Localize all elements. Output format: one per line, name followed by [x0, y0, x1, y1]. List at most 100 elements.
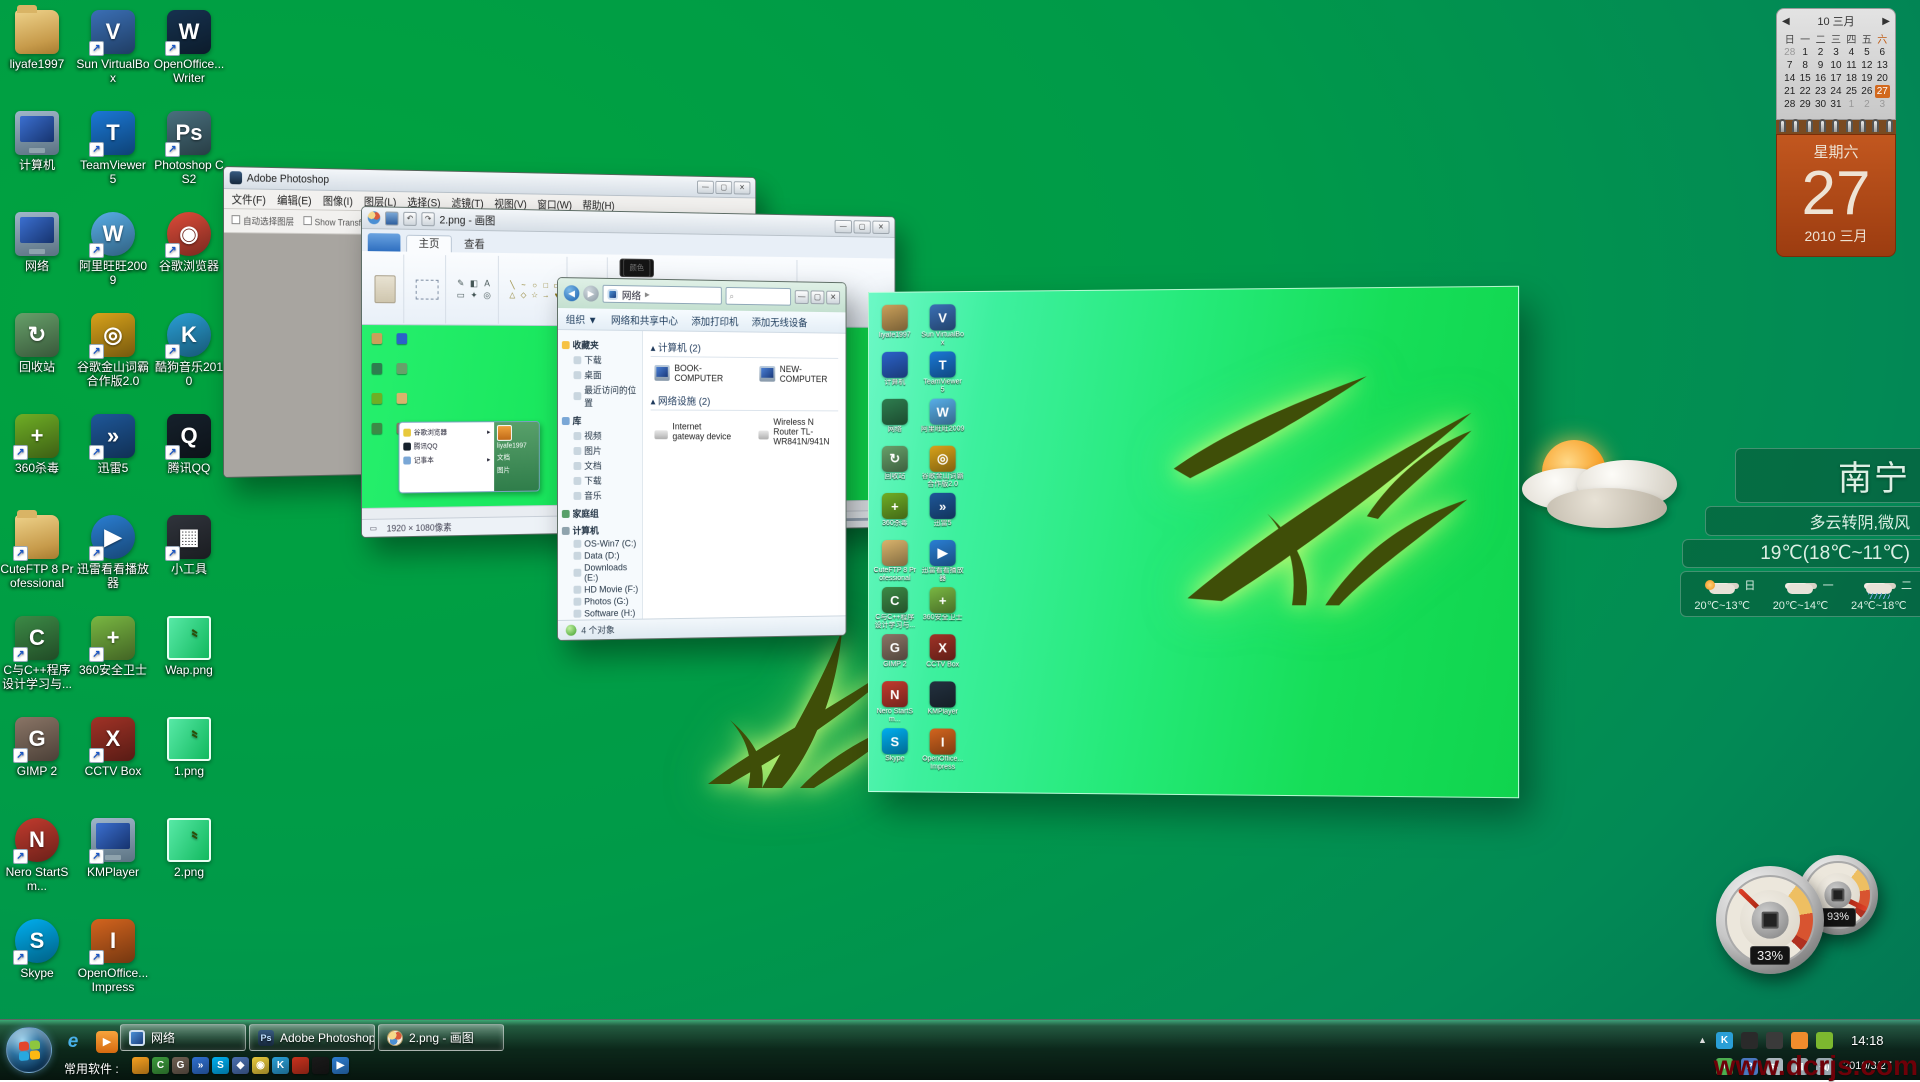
desktop-icon[interactable]: I↗OpenOffice... Impress	[76, 919, 150, 994]
desktop-icon[interactable]: W↗OpenOffice... Writer	[152, 10, 226, 85]
group-header[interactable]: ▴ 计算机 (2)	[651, 339, 839, 359]
close-button[interactable]: ✕	[734, 181, 751, 194]
calendar-cell[interactable]: 6	[1875, 46, 1890, 59]
calendar-cell[interactable]: 3	[1828, 46, 1843, 59]
calendar-cell[interactable]: 7	[1782, 59, 1797, 72]
tray-clock[interactable]: 14:18	[1851, 1033, 1884, 1048]
shape-icon[interactable]: ~	[518, 281, 528, 290]
toolbar-item[interactable]: 组织 ▼	[566, 311, 598, 326]
maximize-button[interactable]: ▢	[715, 180, 732, 193]
kugou-icon[interactable]: K	[272, 1057, 289, 1074]
calendar-cell[interactable]: 25	[1844, 85, 1859, 98]
desktop-icon[interactable]: +↗360安全卫士	[76, 616, 150, 677]
calendar-cell[interactable]: 12	[1859, 59, 1874, 72]
sidebar-item[interactable]: 最近访问的位置	[560, 382, 640, 410]
desktop-icon[interactable]: G↗GIMP 2	[0, 717, 74, 778]
calendar-cell[interactable]: 3	[1875, 98, 1890, 111]
skype-icon[interactable]: S	[212, 1057, 229, 1074]
sidebar-section-header[interactable]: 收藏夹	[562, 338, 640, 352]
taskbar-button[interactable]: PsAdobe Photoshop	[249, 1024, 375, 1051]
kugou-tray-icon[interactable]: K	[1716, 1032, 1733, 1049]
wmp-icon[interactable]: ▶	[96, 1031, 118, 1053]
360-tray-icon[interactable]	[1816, 1032, 1833, 1049]
tool-icon[interactable]: ✎	[455, 278, 467, 289]
calendar-prev-icon[interactable]: ◀	[1782, 16, 1790, 27]
sidebar-item[interactable]: Data (D:)	[560, 549, 640, 562]
calendar-cell[interactable]: 17	[1828, 72, 1843, 85]
shape-icon[interactable]: △	[507, 290, 517, 299]
c-editor-icon[interactable]: C	[152, 1057, 169, 1074]
group-header[interactable]: ▴ 网络设施 (2)	[651, 393, 839, 412]
tool-icon[interactable]: ▭	[455, 290, 467, 301]
desktop-icon[interactable]: ◎↗谷歌金山词霸 合作版2.0	[76, 313, 150, 388]
select-button[interactable]	[415, 279, 438, 299]
undo-icon[interactable]: ↶	[403, 211, 416, 225]
calendar-next-icon[interactable]: ▶	[1882, 16, 1890, 27]
show-hidden-icons-button[interactable]: ▲	[1698, 1035, 1707, 1045]
maximize-button[interactable]: ▢	[854, 220, 871, 233]
toolbar-item[interactable]: 添加无线设备	[752, 314, 808, 329]
start-button[interactable]	[6, 1027, 52, 1073]
window-explorer[interactable]: ◀ ▶ 网络 ▸ ⌕ — ▢ ✕ 组织 ▼网络和共享中心添加打印机添加无线设备 …	[557, 277, 846, 641]
calendar-cell[interactable]: 11	[1844, 59, 1859, 72]
sidebar-item[interactable]: 图片	[560, 443, 640, 458]
explorer-item[interactable]: NEW-COMPUTER	[759, 364, 838, 384]
calendar-cell[interactable]: 15	[1797, 72, 1812, 85]
sidebar-item[interactable]: 音乐	[560, 488, 640, 503]
gimp-icon[interactable]: G	[172, 1057, 189, 1074]
calendar-cell[interactable]: 30	[1813, 98, 1828, 111]
360-icon[interactable]: ◆	[232, 1057, 249, 1074]
calendar-cell[interactable]: 28	[1782, 98, 1797, 111]
desktop-icon[interactable]: 计算机	[0, 111, 74, 172]
desktop-icon[interactable]: T↗TeamViewer 5	[76, 111, 150, 186]
calendar-cell[interactable]: 18	[1844, 72, 1859, 85]
menu-item[interactable]: 编辑(E)	[277, 191, 311, 207]
desktop-icon[interactable]: 网络	[0, 212, 74, 273]
calendar-cell[interactable]: 10	[1828, 59, 1843, 72]
calendar-cell[interactable]: 23	[1813, 85, 1828, 98]
minimize-button[interactable]: —	[795, 290, 809, 304]
sidebar-section-header[interactable]: 计算机	[562, 523, 640, 537]
back-button[interactable]: ◀	[564, 285, 580, 301]
calendar-cell[interactable]: 29	[1797, 98, 1812, 111]
desktop-icon[interactable]: V↗Sun VirtualBox	[76, 10, 150, 85]
desktop-icon[interactable]: Wap.png	[152, 616, 226, 677]
sidebar-section-header[interactable]: 家庭组	[562, 507, 640, 520]
desktop-icon[interactable]: ↗KMPlayer	[76, 818, 150, 879]
desktop-icon[interactable]: 2.png	[152, 818, 226, 879]
calendar-cell[interactable]: 2	[1813, 46, 1828, 59]
desktop-icon[interactable]: Ps↗Photoshop CS2	[152, 111, 226, 186]
shape-icon[interactable]: ○	[530, 281, 540, 290]
toolbar-item[interactable]: 网络和共享中心	[611, 312, 678, 328]
aliwangwang-icon[interactable]	[132, 1057, 149, 1074]
desktop-icon[interactable]: +↗360杀毒	[0, 414, 74, 475]
desktop-icon[interactable]: W↗阿里旺旺2009	[76, 212, 150, 287]
desktop-icon[interactable]: ▶↗迅雷看看播放器	[76, 515, 150, 590]
xunlei-icon[interactable]: »	[192, 1057, 209, 1074]
sidebar-item[interactable]: 桌面	[560, 367, 640, 383]
ie-icon[interactable]: e	[62, 1031, 84, 1053]
desktop-icon[interactable]: S↗Skype	[0, 919, 74, 980]
desktop-icon[interactable]: ▦↗小工具	[152, 515, 226, 576]
toolbar-item[interactable]: 添加打印机	[691, 313, 738, 328]
calendar-cell[interactable]: 8	[1797, 59, 1812, 72]
cpu-gauge[interactable]: 33%	[1716, 866, 1824, 974]
tab-home[interactable]: 主页	[406, 235, 452, 253]
desktop-icon[interactable]: K↗酷狗音乐2010	[152, 313, 226, 388]
desktop-icon[interactable]: ↻回收站	[0, 313, 74, 374]
calendar-cell[interactable]: 24	[1828, 85, 1843, 98]
ciba-tray-icon[interactable]	[1791, 1032, 1808, 1049]
calendar-cell[interactable]: 2	[1859, 98, 1874, 111]
paint-menu-button[interactable]	[368, 233, 401, 251]
taskbar-button[interactable]: 2.png - 画图	[378, 1024, 504, 1051]
red-app-icon[interactable]	[292, 1057, 309, 1074]
explorer-item[interactable]: BOOK-COMPUTER	[654, 363, 735, 383]
calendar-cell[interactable]: 9	[1813, 59, 1828, 72]
sidebar-item[interactable]: OS-Win7 (C:)	[560, 537, 640, 550]
shape-icon[interactable]: ☆	[530, 291, 540, 300]
shape-icon[interactable]: □	[541, 281, 551, 290]
desktop-icon[interactable]: ◉↗谷歌浏览器	[152, 212, 226, 273]
desktop-icon[interactable]: 1.png	[152, 717, 226, 778]
sidebar-section-header[interactable]: 库	[562, 414, 640, 427]
redo-icon[interactable]: ↷	[421, 212, 434, 226]
